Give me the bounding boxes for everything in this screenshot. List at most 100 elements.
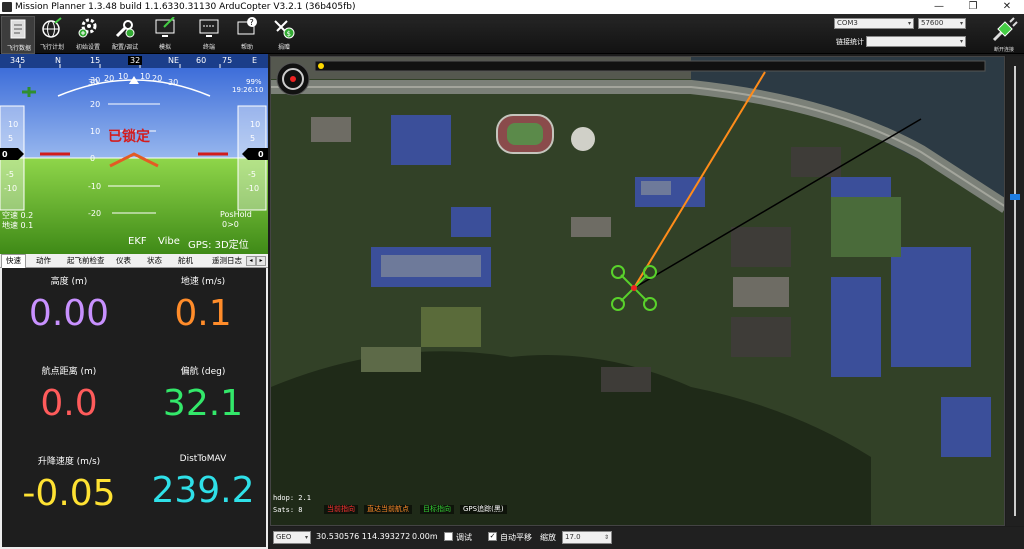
minimize-button[interactable]: — — [924, 0, 954, 14]
heading-readout: 32 — [128, 56, 143, 65]
speed-tape-label: -5 — [6, 170, 14, 179]
ekf-status[interactable]: EKF — [128, 236, 147, 247]
data-tabs: 快速 动作 起飞前检查 仪表 状态 舵机 遥测日志 ◂ ▸ — [0, 254, 268, 268]
roll-mark: 20 — [104, 74, 115, 83]
flight-mode: PosHold — [220, 210, 252, 219]
toolbar-donate-button[interactable]: $ 捐赠 — [267, 16, 301, 54]
zoom-spinner[interactable]: 17.0 ⇕ — [562, 531, 612, 544]
coord-system-value: GEO — [276, 533, 292, 541]
tab-actions[interactable]: 动作 — [32, 255, 55, 268]
quick-cell-value: 0.0 — [40, 383, 98, 424]
autopan-checkbox[interactable]: ✓ — [488, 532, 497, 541]
roll-mark: 10 — [118, 72, 129, 81]
tab-scroll-left-button[interactable]: ◂ — [246, 256, 256, 266]
legend-current-heading: 当前指向 — [324, 505, 358, 514]
donate-icon: $ — [274, 20, 295, 39]
tab-preflight[interactable]: 起飞前检查 — [63, 255, 109, 268]
coord-system-select[interactable]: GEO ▾ — [273, 531, 311, 544]
tab-gauges[interactable]: 仪表 — [112, 255, 135, 268]
speed-tape-label: -10 — [4, 184, 18, 193]
legend-gps-track: GPS追踪(黑) — [460, 505, 507, 514]
spin-arrows-icon: ⇕ — [603, 534, 609, 541]
toolbar-label: 模拟 — [158, 44, 171, 51]
zoom-slider-track[interactable] — [1006, 56, 1024, 526]
toolbar-label: 初始设置 — [75, 44, 100, 51]
tab-scroll-right-button[interactable]: ▸ — [256, 256, 266, 266]
toolbar-terminal-button[interactable]: 终端 — [192, 16, 226, 54]
toolbar-label: 帮助 — [240, 44, 253, 51]
toolbar-simulation-button[interactable]: 模拟 — [148, 16, 182, 54]
tab-telemetry-logs[interactable]: 遥测日志 — [208, 255, 246, 268]
alt-tape-label: -5 — [248, 170, 256, 179]
quick-cell-value: 32.1 — [162, 383, 244, 424]
waypoint-readout: 0>0 — [222, 220, 239, 229]
map-status-bar: GEO ▾ 30.530576 114.393272 0.00m 调试 ✓ 自动平… — [270, 527, 1024, 549]
toolbar-label: 捐赠 — [277, 44, 290, 51]
connect-button[interactable]: 断开连接 — [986, 16, 1022, 54]
zoom-slider-thumb[interactable] — [1010, 194, 1020, 200]
toolbar-flight-data-button[interactable]: 飞行数据 — [1, 16, 35, 54]
debug-label: 调试 — [456, 533, 472, 542]
compass-label: 345 — [10, 56, 26, 65]
toolbar-label: 终端 — [202, 44, 215, 51]
cursor-coordinates: 30.530576 114.393272 — [316, 532, 411, 541]
chevron-down-icon: ▾ — [907, 20, 911, 27]
close-button[interactable]: ✕ — [992, 0, 1022, 14]
toolbar-config-tuning-button[interactable]: 配置/调试 — [108, 16, 142, 54]
quick-cell-label: 航点距离 (m) — [41, 367, 97, 377]
tab-quick[interactable]: 快速 — [1, 254, 26, 268]
toolbar-flight-plan-button[interactable]: 飞行计划 — [35, 16, 69, 54]
quick-cell-wp-distance[interactable]: 航点距离 (m) 0.0 — [2, 364, 136, 424]
zoom-slider-line — [1014, 66, 1016, 516]
baud-select[interactable]: 57600 ▾ — [918, 18, 966, 29]
flight-data-icon — [10, 19, 26, 39]
port-select[interactable]: COM3 ▾ — [834, 18, 914, 29]
vibe-status[interactable]: Vibe — [158, 236, 180, 247]
pitch-label: -20 — [88, 209, 102, 218]
quick-cell-value: 0.00 — [28, 293, 110, 334]
groundspeed-readout: 地速 0.1 — [2, 221, 34, 230]
quick-cell-dist-to-mav[interactable]: DistToMAV 239.2 — [136, 454, 270, 511]
tab-servo[interactable]: 舵机 — [174, 255, 197, 268]
chevron-down-icon: ▾ — [959, 38, 963, 45]
toolbar-initial-setup-button[interactable]: 初始设置 — [71, 16, 105, 54]
gps-status: GPS: 3D定位 — [188, 240, 249, 251]
baud-value: 57600 — [921, 19, 944, 27]
legend-direct-to-waypoint: 直达当前航点 — [364, 505, 412, 514]
quick-cell-label: DistToMAV — [179, 454, 227, 464]
satellite-map[interactable]: hdop: 2.1 Sats: 8 — [270, 56, 1005, 526]
compass-label: 15 — [90, 56, 101, 65]
help-icon: ? — [237, 17, 257, 35]
main-toolbar: 飞行数据 飞行计划 初始设置 配置/调试 模拟 终端 ? 帮助 $ 捐赠 COM… — [0, 14, 1024, 54]
svg-text:$: $ — [287, 30, 291, 38]
quick-cell-value: 0.1 — [174, 293, 232, 334]
map-imagery — [271, 57, 1004, 525]
zoom-value: 17.0 — [565, 533, 581, 541]
chevron-down-icon: ▾ — [959, 20, 963, 27]
hud-panel[interactable]: 345 N 15 32 NE 60 75 E 30 20 10 10 20 30… — [0, 54, 268, 254]
connect-label: 断开连接 — [993, 47, 1014, 53]
quick-cell-altitude[interactable]: 高度 (m) 0.00 — [2, 274, 136, 334]
svg-text:?: ? — [250, 18, 254, 27]
quick-cell-groundspeed[interactable]: 地速 (m/s) 0.1 — [136, 274, 270, 334]
maximize-button[interactable]: ❐ — [958, 0, 988, 14]
compass-label: E — [252, 56, 258, 65]
speed-tape-label: 10 — [8, 120, 19, 129]
quick-cell-vertical-speed[interactable]: 升降速度 (m/s) -0.05 — [2, 454, 136, 514]
pitch-label: -10 — [88, 182, 102, 191]
link-stats-label[interactable]: 链接统计 — [836, 37, 864, 47]
quick-cell-label: 地速 (m/s) — [180, 277, 226, 287]
armed-status: 已锁定 — [108, 129, 150, 145]
tab-status[interactable]: 状态 — [143, 255, 166, 268]
roll-mark: 20 — [152, 74, 163, 83]
quick-view-panel[interactable]: 高度 (m) 0.00 地速 (m/s) 0.1 航点距离 (m) 0.0 偏航… — [0, 268, 268, 549]
quick-cell-value: 239.2 — [151, 470, 255, 511]
pitch-label: 30 — [90, 76, 101, 85]
quick-cell-yaw[interactable]: 偏航 (deg) 32.1 — [136, 364, 270, 424]
chevron-down-icon: ▾ — [304, 534, 308, 541]
link-stats-select[interactable]: ▾ — [866, 36, 966, 47]
alt-tape-label: -10 — [246, 184, 260, 193]
debug-checkbox[interactable] — [444, 532, 453, 541]
title-bar: Mission Planner 1.3.48 build 1.1.6330.31… — [0, 0, 1024, 14]
toolbar-help-button[interactable]: ? 帮助 — [230, 16, 264, 54]
